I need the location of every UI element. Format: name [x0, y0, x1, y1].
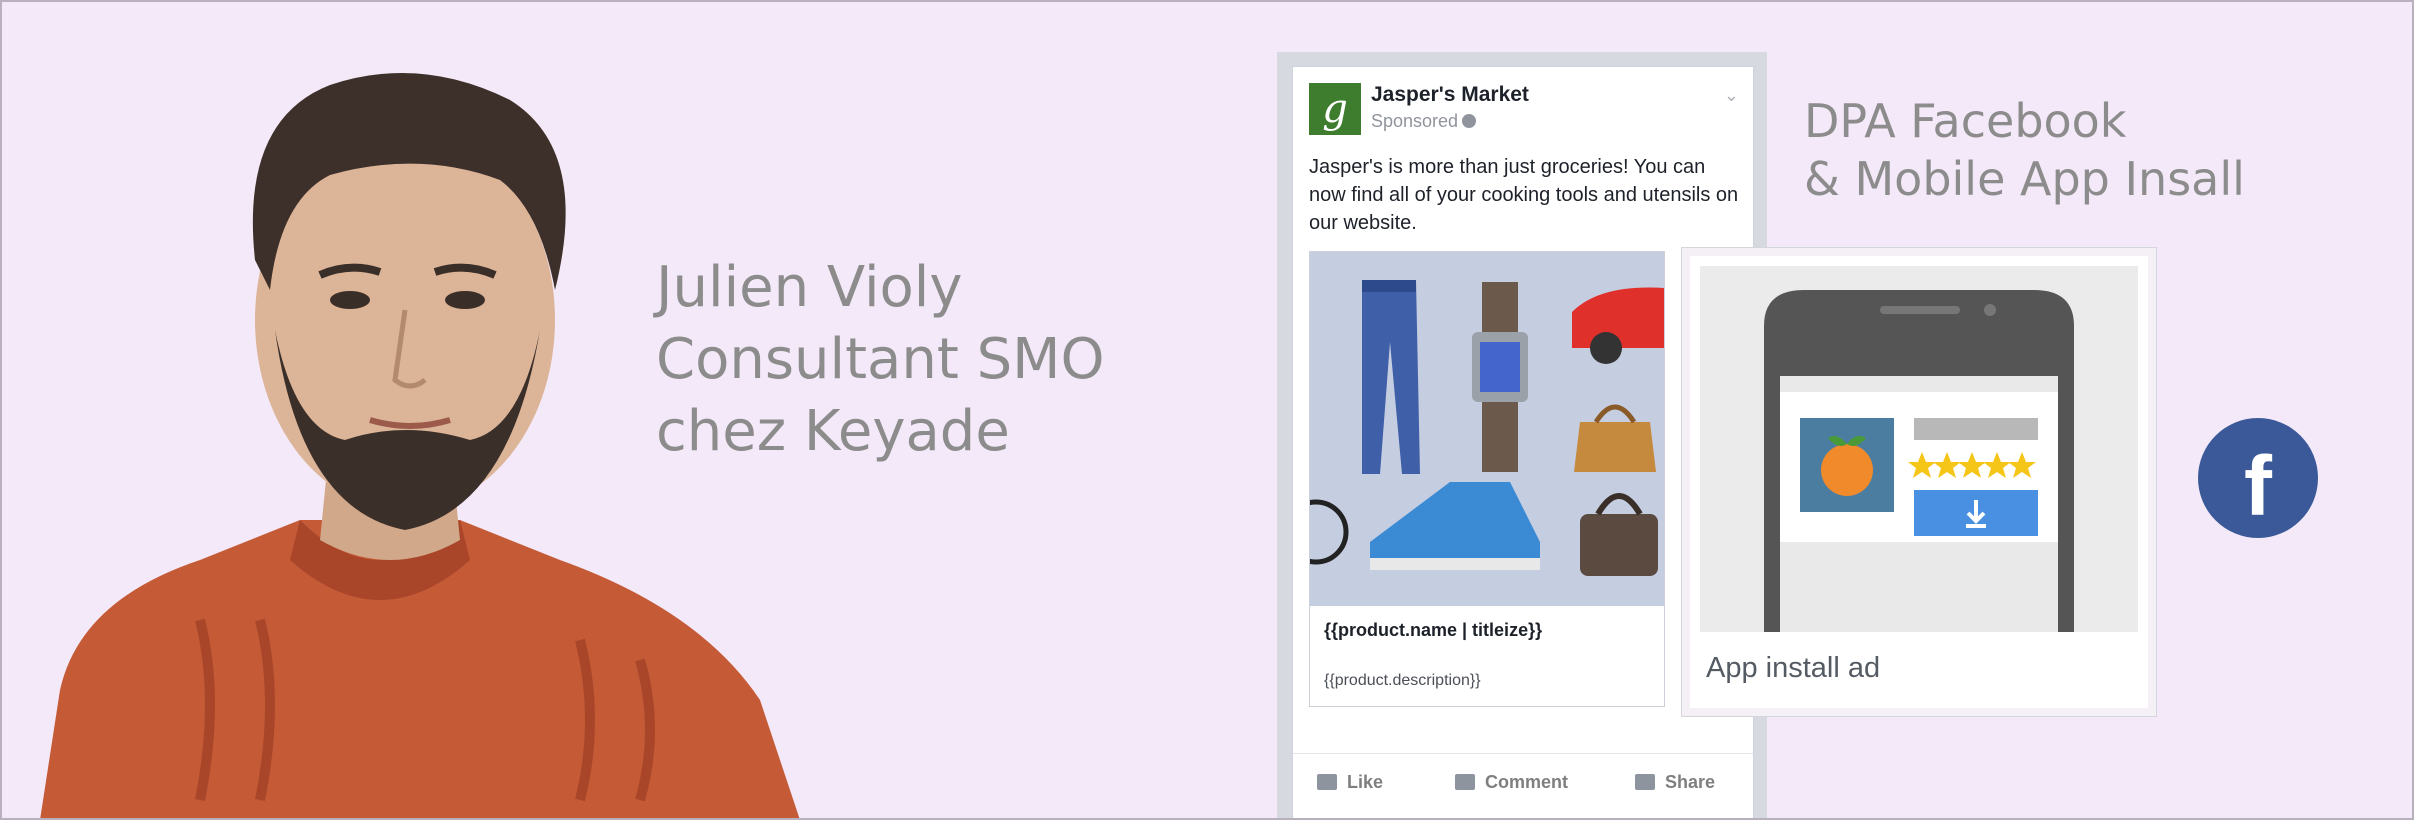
share-button[interactable]: Share [1635, 772, 1715, 793]
thumbs-up-icon [1317, 774, 1337, 790]
headline: DPA Facebook & Mobile App Insall [1804, 92, 2245, 208]
speaker-company: chez Keyade [656, 399, 1010, 464]
sponsored-label: Sponsored [1371, 111, 1477, 132]
speaker-role: Consultant SMO [656, 327, 1105, 392]
like-button[interactable]: Like [1317, 772, 1383, 793]
chevron-down-icon[interactable]: ⌄ [1724, 85, 1739, 106]
post-body: Jasper's is more than just groceries! Yo… [1309, 156, 1739, 234]
facebook-icon[interactable]: f [2198, 418, 2318, 538]
speaker-name: Julien Violy [656, 255, 963, 320]
share-icon [1635, 774, 1655, 790]
card-description: {{product.description}} [1324, 672, 1481, 689]
jeans-icon [1362, 280, 1420, 474]
headline-line-2: & Mobile App Insall [1804, 152, 2245, 206]
card-title: {{product.name | titleize}} [1324, 620, 1543, 640]
car-icon [1572, 287, 1664, 364]
like-label: Like [1347, 772, 1384, 792]
dpa-product-card[interactable]: {{product.name | titleize}} {{product.de… [1309, 251, 1665, 707]
bike-wheel-icon [1310, 499, 1349, 565]
orange-app-icon [1800, 418, 1894, 512]
comment-button[interactable]: Comment [1455, 772, 1568, 793]
post-actions: Like Comment Share [1293, 753, 1753, 813]
install-button [1914, 490, 2038, 536]
share-label: Share [1665, 772, 1716, 792]
watch-icon [1472, 282, 1528, 472]
sneaker-icon [1370, 482, 1540, 570]
bag-icon [1580, 493, 1658, 576]
comment-icon [1455, 774, 1475, 790]
product-collage-image [1310, 252, 1664, 606]
comment-label: Comment [1485, 772, 1569, 792]
speaker-info: Julien Violy Consultant SMO chez Keyade [656, 252, 1105, 468]
app-install-caption: App install ad [1706, 652, 1881, 684]
sponsored-text: Sponsored [1371, 111, 1459, 131]
phone-illustration [1700, 266, 2138, 632]
app-install-card[interactable]: App install ad [1681, 247, 2157, 717]
handbag-icon [1574, 404, 1656, 472]
headline-line-1: DPA Facebook [1804, 94, 2127, 148]
page-name[interactable]: Jasper's Market [1371, 83, 1529, 107]
page-logo[interactable]: g [1309, 83, 1361, 135]
globe-icon [1462, 114, 1477, 128]
